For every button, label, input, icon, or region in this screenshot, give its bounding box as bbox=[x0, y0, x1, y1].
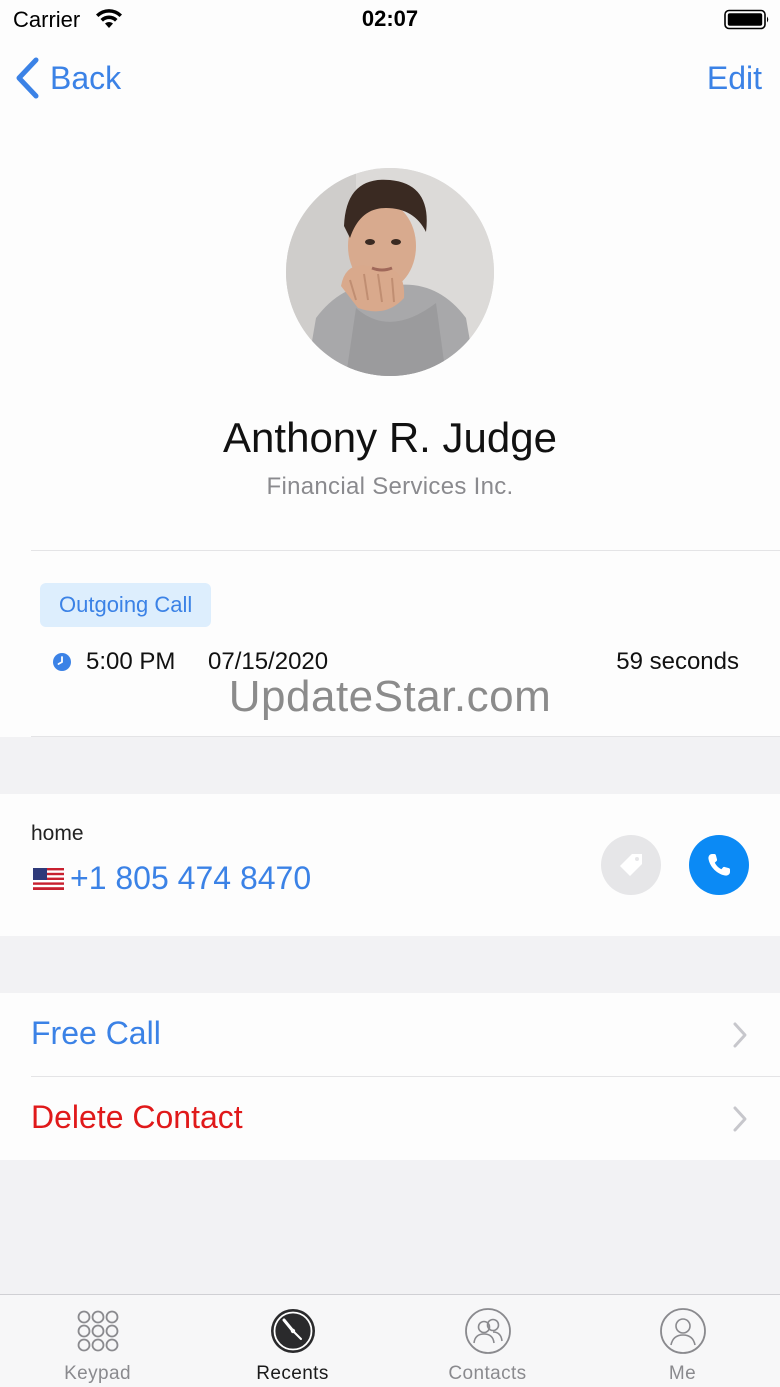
avatar-photo bbox=[286, 168, 494, 376]
contact-company: Financial Services Inc. bbox=[266, 473, 514, 500]
chevron-left-icon bbox=[16, 57, 39, 99]
tab-label: Recents bbox=[256, 1363, 329, 1384]
contact-detail-screen: Carrier 02:07 Back Edit Anthony R. Judge… bbox=[0, 0, 780, 1387]
chevron-right-icon bbox=[733, 1106, 747, 1132]
actions-list: Free Call Delete Contact bbox=[0, 993, 780, 1160]
call-type-badge: Outgoing Call bbox=[40, 583, 212, 627]
tab-keypad[interactable]: Keypad bbox=[0, 1295, 195, 1387]
contact-avatar bbox=[286, 168, 494, 376]
tab-bar: Keypad Recents Contacts Me bbox=[0, 1294, 780, 1387]
tag-button[interactable] bbox=[601, 835, 661, 895]
edit-button[interactable]: Edit bbox=[707, 60, 762, 97]
delete-contact-label: Delete Contact bbox=[31, 1099, 243, 1135]
status-time: 02:07 bbox=[361, 6, 419, 31]
free-call-label: Free Call bbox=[31, 1015, 161, 1051]
watermark-text: UpdateStar.com bbox=[228, 672, 552, 721]
contacts-icon bbox=[464, 1308, 511, 1354]
delete-contact-row[interactable]: Delete Contact bbox=[0, 1077, 780, 1160]
phone-section: home +1 805 474 8470 bbox=[0, 794, 780, 936]
tab-label: Contacts bbox=[448, 1363, 527, 1384]
me-icon bbox=[659, 1308, 706, 1354]
battery-icon bbox=[724, 9, 769, 30]
phone-type-label: home bbox=[31, 822, 84, 845]
back-label: Back bbox=[50, 59, 122, 96]
tab-me[interactable]: Me bbox=[585, 1295, 780, 1387]
contact-name: Anthony R. Judge bbox=[223, 414, 557, 461]
phone-number[interactable]: +1 805 474 8470 bbox=[70, 860, 311, 897]
tab-label: Keypad bbox=[64, 1363, 131, 1384]
tab-recents[interactable]: Recents bbox=[195, 1295, 390, 1387]
divider bbox=[31, 550, 780, 551]
phone-icon bbox=[708, 854, 730, 876]
tag-icon bbox=[620, 854, 642, 876]
chevron-right-icon bbox=[733, 1022, 747, 1048]
free-call-row[interactable]: Free Call bbox=[0, 993, 780, 1077]
call-button[interactable] bbox=[689, 835, 749, 895]
tab-contacts[interactable]: Contacts bbox=[390, 1295, 585, 1387]
keypad-icon bbox=[77, 1310, 118, 1352]
status-bar: Carrier 02:07 bbox=[0, 0, 780, 40]
us-flag-icon bbox=[33, 868, 64, 890]
back-button[interactable]: Back bbox=[14, 56, 121, 100]
clock-icon bbox=[53, 653, 71, 671]
tab-label: Me bbox=[668, 1363, 697, 1384]
divider bbox=[31, 736, 780, 737]
recents-icon bbox=[270, 1309, 315, 1353]
